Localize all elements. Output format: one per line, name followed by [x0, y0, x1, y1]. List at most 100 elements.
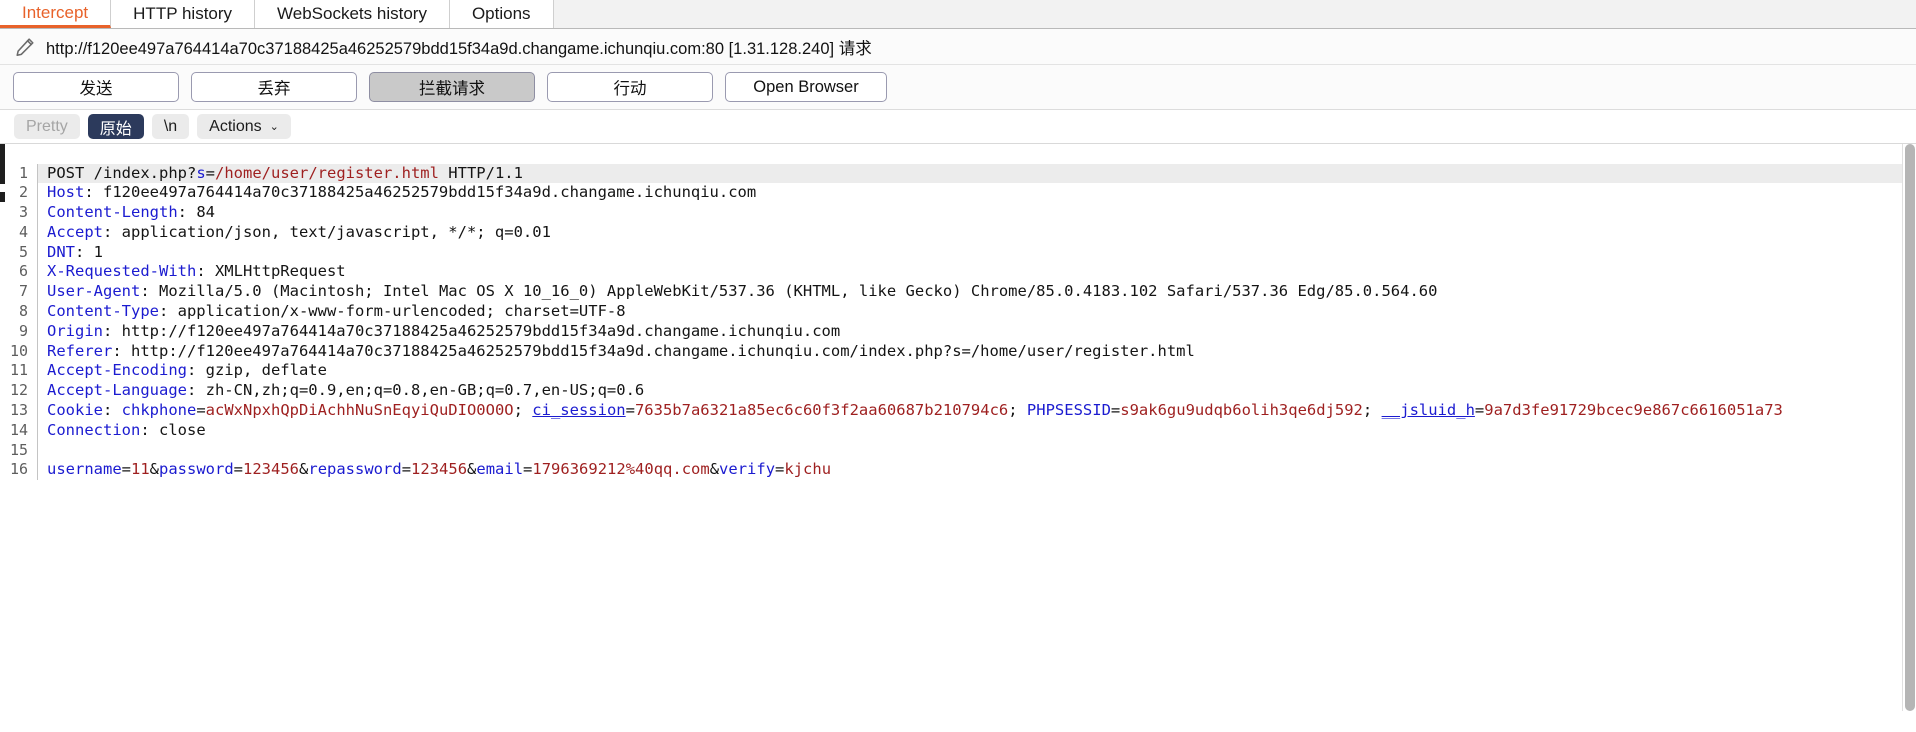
code-token: password [159, 460, 234, 479]
code-token: DNT [47, 242, 75, 261]
line-content[interactable]: Accept-Encoding: gzip, deflate [38, 361, 1916, 381]
code-line: 7 User-Agent: Mozilla/5.0 (Macintosh; Int… [0, 282, 1916, 303]
code-token: repassword [308, 460, 402, 479]
action-button-4[interactable]: Open Browser [725, 72, 887, 102]
raw-view-button[interactable]: 原始 [87, 114, 144, 139]
line-content[interactable]: Accept: application/json, text/javascrip… [38, 223, 1916, 243]
line-content[interactable]: Host: f120ee497a764414a70c37188425a46252… [38, 183, 1916, 203]
action-button-label: 丢弃 [257, 80, 291, 98]
action-button-label: Open Browser [753, 77, 859, 96]
code-line: 3 Content-Length: 84 [0, 203, 1916, 223]
code-token: & [149, 460, 160, 479]
code-token: : 84 [177, 203, 215, 222]
code-token: Content-Length [47, 203, 178, 222]
tab-intercept[interactable]: Intercept [0, 0, 112, 28]
line-content[interactable]: X-Requested-With: XMLHttpRequest [38, 262, 1916, 282]
intercept-action-buttons: 发送 丢弃 拦截请求 行动 Open Browser [0, 65, 1916, 109]
line-content[interactable]: Referer: http://f120ee497a764414a70c3718… [38, 342, 1916, 362]
code-token: acWxNpxhQpDiAchhNuSnEqyiQuDIO0O0O [205, 401, 514, 420]
editor-left-rail [0, 144, 6, 711]
code-token: __jsluid_h [1381, 401, 1475, 420]
rail-mark-top [0, 144, 5, 184]
line-content[interactable]: username=11&password=123456&repassword=1… [38, 460, 1916, 480]
code-token: = [205, 163, 215, 182]
code-token: chkphone [121, 401, 197, 420]
action-button-1[interactable]: 丢弃 [191, 72, 357, 102]
line-content[interactable]: Content-Type: application/x-www-form-url… [38, 302, 1916, 322]
tab-options[interactable]: Options [449, 0, 554, 28]
rail-mark-second [0, 192, 5, 202]
request-raw-text[interactable]: 1 POST /index.php?s=/home/user/register.h… [0, 160, 1916, 481]
code-token: = [1110, 401, 1121, 420]
code-token: ; [513, 401, 533, 420]
editor-scrollbar-thumb[interactable] [1905, 144, 1915, 711]
code-token: Accept [47, 222, 103, 241]
code-token: = [625, 401, 635, 420]
code-token: : application/x-www-form-urlencoded; cha… [158, 302, 626, 321]
target-url-bar: http://f120ee497a764414a70c37188425a4625… [0, 29, 1916, 65]
tab-label: WebSockets history [277, 4, 427, 23]
code-token: verify [719, 460, 776, 479]
tab-label: Intercept [22, 2, 89, 22]
action-button-0[interactable]: 发送 [13, 72, 179, 102]
code-line: 5 DNT: 1 [0, 242, 1916, 263]
code-line: 12 Accept-Language: zh-CN,zh;q=0.9,en;q=0… [0, 381, 1916, 402]
line-content[interactable]: Accept-Language: zh-CN,zh;q=0.9,en;q=0.8… [38, 381, 1916, 401]
action-button-3[interactable]: 行动 [547, 72, 713, 102]
code-token: 123456 [411, 460, 468, 479]
line-content[interactable]: Origin: http://f120ee497a764414a70c37188… [38, 322, 1916, 342]
line-content[interactable]: Connection: close [38, 421, 1916, 441]
line-content[interactable]: User-Agent: Mozilla/5.0 (Macintosh; Inte… [38, 282, 1916, 302]
code-token: User-Agent [47, 282, 141, 301]
code-line: 15 [0, 440, 1916, 461]
target-url-text: http://f120ee497a764414a70c37188425a4625… [46, 39, 872, 58]
pencil-icon[interactable] [14, 36, 36, 58]
code-token: = [775, 460, 785, 479]
actions-menu-button[interactable]: Actions ⌄ [197, 114, 291, 139]
code-token: Connection [47, 420, 141, 439]
line-content[interactable] [38, 441, 1916, 461]
code-token: ; [1008, 401, 1027, 420]
code-token: : zh-CN,zh;q=0.9,en;q=0.8,en-GB;q=0.7,en… [186, 381, 645, 400]
code-token: 1796369212%40qq.com [532, 460, 710, 479]
action-button-2[interactable]: 拦截请求 [369, 72, 535, 102]
code-line: 13 Cookie: chkphone=acWxNpxhQpDiAchhNuSnE… [0, 401, 1916, 421]
code-token: : [103, 401, 122, 420]
code-token: & [709, 460, 720, 479]
editor-vertical-scrollbar[interactable] [1902, 144, 1916, 711]
action-button-label: 发送 [79, 80, 113, 98]
code-line: 10 Referer: http://f120ee497a764414a70c37… [0, 341, 1916, 362]
code-token: = [523, 460, 533, 479]
tab-http-history[interactable]: HTTP history [111, 0, 256, 28]
code-line: 16 username=11&password=123456&repassword… [0, 460, 1916, 481]
code-token: = [401, 460, 412, 479]
code-token: X-Requested-With [47, 262, 197, 281]
code-token: ; [1362, 401, 1382, 420]
line-content[interactable]: POST /index.php?s=/home/user/register.ht… [38, 163, 1916, 184]
code-line: 2 Host: f120ee497a764414a70c37188425a4625… [0, 183, 1916, 204]
pretty-view-button[interactable]: Pretty [14, 114, 80, 139]
code-token: 11 [131, 460, 150, 479]
code-token: : application/json, text/javascript, */*… [103, 222, 551, 241]
code-line: 14 Connection: close [0, 420, 1916, 441]
newline-toggle-button[interactable]: \n [151, 114, 190, 139]
code-token: s9ak6gu9udqb6olih3qe6dj592 [1120, 401, 1363, 420]
code-token: ci_session [532, 401, 626, 420]
line-content[interactable]: Content-Length: 84 [38, 203, 1916, 223]
code-token: = [121, 460, 131, 479]
tab-websockets-history[interactable]: WebSockets history [255, 0, 450, 28]
request-editor[interactable]: 1 POST /index.php?s=/home/user/register.h… [0, 143, 1916, 711]
tab-label: HTTP history [133, 4, 233, 23]
code-token: : f120ee497a764414a70c37188425a46252579b… [84, 183, 757, 202]
code-token: : close [140, 420, 206, 439]
code-token: POST /index.php? [47, 163, 197, 182]
line-content[interactable]: DNT: 1 [38, 243, 1916, 263]
action-button-label: 拦截请求 [419, 80, 485, 98]
code-token: 9a7d3fe91729bcec9e867c6616051a73 [1484, 401, 1783, 420]
code-line: 6 X-Requested-With: XMLHttpRequest [0, 262, 1916, 283]
code-token: 123456 [243, 460, 300, 479]
code-token: : 1 [75, 242, 103, 261]
code-token: /home/user/register.html [215, 163, 439, 182]
code-line: 9 Origin: http://f120ee497a764414a70c3718… [0, 321, 1916, 342]
line-content[interactable]: Cookie: chkphone=acWxNpxhQpDiAchhNuSnEqy… [38, 401, 1916, 421]
